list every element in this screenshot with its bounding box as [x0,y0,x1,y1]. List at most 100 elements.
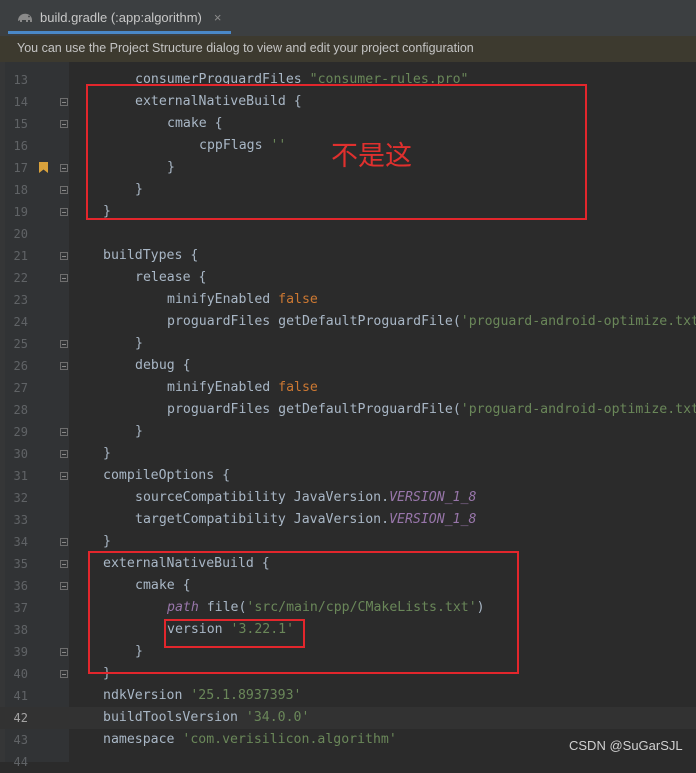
line-number: 41 [13,689,28,703]
code-line[interactable]: 42 buildToolsVersion '34.0.0' [0,707,696,729]
line-number: 38 [13,623,28,637]
code-line[interactable]: 29} [0,421,696,443]
code-line[interactable]: 20 [0,223,696,245]
fold-toggle-icon[interactable] [60,648,68,656]
code-line[interactable]: 24 proguardFiles getDefaultProguardFile('… [0,311,696,333]
fold-toggle-icon[interactable] [60,538,68,546]
line-number: 40 [13,667,28,681]
fold-toggle-icon[interactable] [60,340,68,348]
code-text: } [135,424,143,439]
fold-toggle-icon[interactable] [60,582,68,590]
code-token: } [135,424,143,439]
code-token: namespace [103,732,183,747]
banner-message[interactable]: You can use the Project Structure dialog… [17,41,474,55]
watermark: CSDN @SuGarSJL [569,738,683,753]
code-line[interactable]: 31 compileOptions { [0,465,696,487]
line-number: 34 [13,535,28,549]
bookmark-icon[interactable] [39,162,48,173]
line-number: 26 [13,359,28,373]
code-token: ndkVersion [103,688,191,703]
code-line[interactable]: 26 debug { [0,355,696,377]
tab-close-icon[interactable]: × [214,10,222,25]
fold-toggle-icon[interactable] [60,362,68,370]
fold-toggle-icon[interactable] [60,670,68,678]
code-token: 'proguard-android-optimize.txt' [460,314,696,329]
notification-banner: You can use the Project Structure dialog… [0,36,696,62]
code-line[interactable]: 32 sourceCompatibility JavaVersion.VERSIO… [0,487,696,509]
code-token: minifyEnabled [167,380,279,395]
fold-toggle-icon[interactable] [60,186,68,194]
code-line[interactable]: 44 [0,751,696,773]
code-line[interactable]: 41 ndkVersion '25.1.8937393' [0,685,696,707]
code-text: ndkVersion '25.1.8937393' [103,688,302,703]
highlight-box-version [164,619,305,648]
code-text: } [135,336,143,351]
code-text: buildToolsVersion '34.0.0' [103,710,309,725]
fold-toggle-icon[interactable] [60,560,68,568]
fold-toggle-icon[interactable] [60,98,68,106]
code-token: sourceCompatibility JavaVersion. [135,490,390,505]
line-number: 19 [13,205,28,219]
code-text: buildTypes { [103,248,198,263]
code-line[interactable]: 27 minifyEnabled false [0,377,696,399]
line-number: 18 [13,183,28,197]
line-number: 13 [13,73,28,87]
line-number: 20 [13,227,28,241]
gradle-elephant-icon [18,13,32,22]
code-text: debug { [135,358,191,373]
line-number: 29 [13,425,28,439]
line-number: 35 [13,557,28,571]
code-token: buildToolsVersion [103,710,246,725]
code-line[interactable]: 23 minifyEnabled false [0,289,696,311]
fold-toggle-icon[interactable] [60,274,68,282]
code-token: proguardFiles getDefaultProguardFile( [167,402,461,417]
code-text: compileOptions { [103,468,230,483]
code-token: targetCompatibility JavaVersion. [135,512,390,527]
code-text: targetCompatibility JavaVersion.VERSION_… [135,512,476,527]
code-line[interactable]: 28 proguardFiles getDefaultProguardFile('… [0,399,696,421]
code-text: } [103,534,111,549]
fold-toggle-icon[interactable] [60,208,68,216]
fold-toggle-icon[interactable] [60,120,68,128]
code-line[interactable]: 30} [0,443,696,465]
fold-toggle-icon[interactable] [60,428,68,436]
code-token: false [278,292,318,307]
line-number: 44 [13,755,28,769]
code-token: release { [135,270,207,285]
code-text: release { [135,270,206,285]
code-line[interactable]: 33 targetCompatibility JavaVersion.VERSIO… [0,509,696,531]
code-token: proguardFiles getDefaultProguardFile( [167,314,461,329]
code-line[interactable]: 25} [0,333,696,355]
fold-toggle-icon[interactable] [60,164,68,172]
line-number: 14 [13,95,28,109]
line-number: 15 [13,117,28,131]
line-number: 37 [13,601,28,615]
line-number: 33 [13,513,28,527]
code-text: minifyEnabled false [167,380,318,395]
line-number: 21 [13,249,28,263]
tab-build-gradle[interactable]: build.gradle (:app:algorithm) × [8,4,232,34]
tab-title: build.gradle (:app:algorithm) [40,10,202,25]
line-number: 27 [13,381,28,395]
code-text: proguardFiles getDefaultProguardFile('pr… [167,402,696,417]
annotation-text: 不是这 [331,141,412,172]
line-number: 17 [13,161,28,175]
code-token: debug { [135,358,191,373]
code-token: 'com.verisilicon.algorithm' [182,732,397,747]
editor-tab-bar: build.gradle (:app:algorithm) × [0,0,696,37]
code-token: '25.1.8937393' [190,688,302,703]
fold-toggle-icon[interactable] [60,450,68,458]
line-number: 36 [13,579,28,593]
code-line[interactable]: 34} [0,531,696,553]
code-token: minifyEnabled [167,292,279,307]
line-number: 32 [13,491,28,505]
code-token: compileOptions { [103,468,231,483]
code-token: false [278,380,318,395]
code-line[interactable]: 22 release { [0,267,696,289]
code-line[interactable]: 21 buildTypes { [0,245,696,267]
line-number: 43 [13,733,28,747]
line-number: 16 [13,139,28,153]
fold-toggle-icon[interactable] [60,472,68,480]
fold-toggle-icon[interactable] [60,252,68,260]
line-number: 22 [13,271,28,285]
